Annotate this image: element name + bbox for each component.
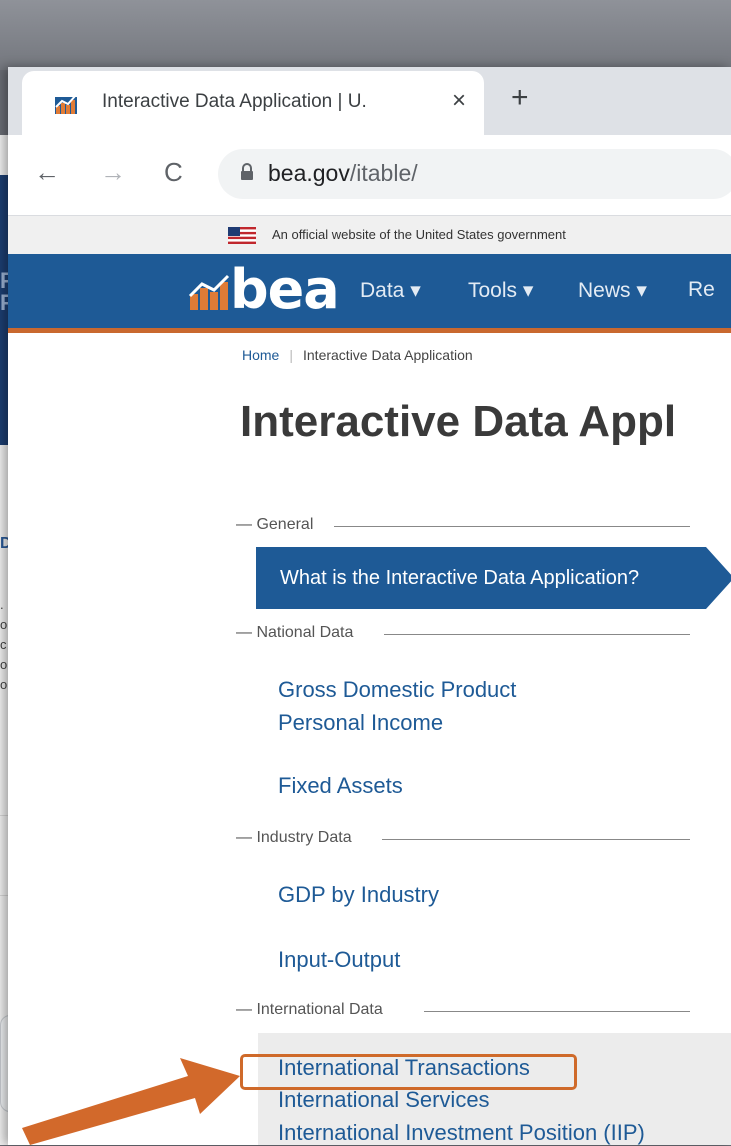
section-rule	[382, 839, 690, 840]
active-tab[interactable]: Interactive Data Application | U. ×	[22, 71, 484, 135]
nav-tools[interactable]: Tools ▾	[468, 278, 533, 303]
breadcrumb-current: Interactive Data Application	[303, 347, 473, 363]
link-personal-income[interactable]: Personal Income	[278, 710, 443, 736]
nav-news[interactable]: News ▾	[578, 278, 647, 303]
link-fixed-assets[interactable]: Fixed Assets	[278, 773, 403, 799]
browser-toolbar: ← → C bea.gov/itable/	[8, 135, 731, 216]
nav-research[interactable]: Re	[688, 278, 715, 302]
pointer-arrow-icon	[22, 1058, 240, 1145]
what-is-ida-label: What is the Interactive Data Application…	[280, 567, 640, 589]
address-bar[interactable]: bea.gov/itable/	[218, 149, 731, 199]
url-path: /itable/	[349, 160, 418, 186]
active-item-arrow	[706, 547, 731, 609]
highlight-box-international-services	[240, 1054, 577, 1090]
forward-arrow-icon[interactable]: →	[100, 157, 126, 188]
link-input-output[interactable]: Input-Output	[278, 947, 400, 973]
section-industry-data: — Industry Data	[236, 829, 352, 846]
bea-favicon-icon	[55, 94, 77, 114]
bea-logo-icon[interactable]	[188, 274, 230, 312]
section-general: — General	[236, 516, 314, 533]
new-tab-button[interactable]: +	[511, 81, 529, 115]
section-international-data: — International Data	[236, 1001, 383, 1018]
section-rule	[424, 1011, 690, 1012]
tab-strip: Interactive Data Application | U. × +	[8, 67, 731, 135]
url-text[interactable]: bea.gov/itable/	[268, 160, 418, 187]
lock-icon	[241, 163, 253, 180]
gov-banner: An official website of the United States…	[8, 216, 731, 254]
us-flag-icon	[228, 227, 256, 244]
page-title: Interactive Data Appl	[240, 397, 677, 446]
link-international-investment-position[interactable]: International Investment Position (IIP)	[278, 1120, 645, 1146]
back-arrow-icon[interactable]: ←	[34, 157, 60, 188]
browser-window: Interactive Data Application | U. × + ← …	[8, 67, 731, 1145]
section-rule	[334, 526, 690, 527]
link-gross-domestic-product[interactable]: Gross Domestic Product	[278, 677, 516, 703]
reload-icon[interactable]: C	[164, 157, 183, 188]
tab-close-icon[interactable]: ×	[452, 87, 466, 115]
link-international-services[interactable]: International Services	[278, 1087, 490, 1113]
bea-logo[interactable]: bea	[230, 258, 340, 321]
breadcrumb-home[interactable]: Home	[242, 347, 279, 363]
background-text: . o c o o	[0, 597, 8, 692]
url-host: bea.gov	[268, 160, 350, 186]
tab-title: Interactive Data Application | U.	[102, 91, 367, 112]
section-national-data: — National Data	[236, 624, 354, 641]
breadcrumb: Home | Interactive Data Application	[242, 347, 473, 363]
breadcrumb-separator: |	[289, 347, 293, 363]
link-gdp-by-industry[interactable]: GDP by Industry	[278, 882, 439, 908]
gov-banner-text: An official website of the United States…	[272, 227, 566, 242]
section-rule	[384, 634, 690, 635]
nav-data[interactable]: Data ▾	[360, 278, 421, 303]
desktop-top-strip	[0, 0, 731, 70]
site-navbar: bea Data ▾ Tools ▾ News ▾ Re	[8, 254, 731, 333]
what-is-ida-link[interactable]: What is the Interactive Data Application…	[256, 547, 706, 609]
